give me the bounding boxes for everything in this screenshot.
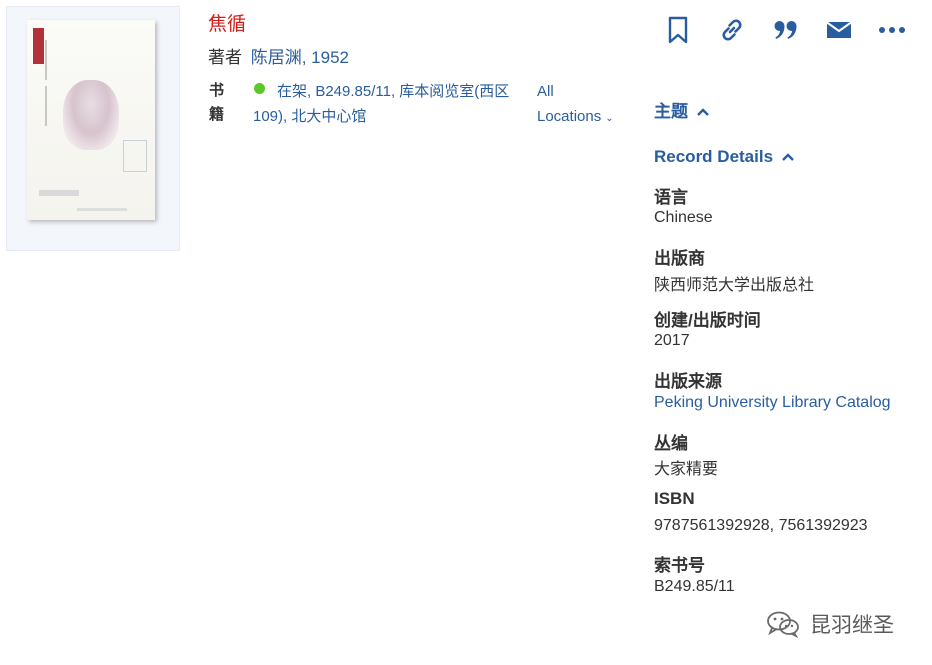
availability-link[interactable]: 在架, B249.85/11, 库本阅览室(西区109), 北大中心馆 (253, 79, 515, 129)
permalink-button[interactable] (714, 12, 750, 48)
mail-icon (826, 21, 852, 38)
watermark-text: 昆羽继圣 (810, 614, 894, 637)
cite-button[interactable] (768, 12, 804, 48)
record-details-toggle[interactable]: Record Details (654, 147, 795, 167)
subjects-heading: 主题 (654, 102, 688, 121)
all-locations-label: All Locations (537, 83, 602, 125)
source-label: 出版来源 (654, 372, 722, 391)
watermark: 昆羽继圣 (766, 607, 894, 641)
call-number-value: B249.85/11 (654, 578, 735, 595)
subjects-toggle[interactable]: 主题 (654, 97, 710, 122)
quote-icon (774, 21, 797, 39)
date-label: 创建/出版时间 (654, 311, 761, 330)
more-actions-button[interactable] (874, 12, 910, 48)
record-page: 焦循 著者 陈居渊, 1952 书籍 在架, B249.85/11, 库本阅览室… (0, 0, 932, 665)
language-value: Chinese (654, 209, 713, 226)
record-details-heading: Record Details (654, 147, 774, 166)
call-number-label: 索书号 (654, 556, 705, 575)
book-cover-image (27, 20, 155, 220)
date-value: 2017 (654, 332, 690, 349)
format-label: 书籍 (209, 82, 225, 123)
publisher-value: 陕西师范大学出版总社 (654, 277, 815, 294)
more-icon (879, 27, 905, 33)
author-line: 著者 陈居渊, 1952 (208, 43, 349, 68)
all-locations-button[interactable]: All Locations ⌄ (537, 79, 617, 131)
author-link[interactable]: 陈居渊, 1952 (251, 48, 349, 67)
bookmark-button[interactable] (660, 12, 696, 48)
wechat-icon (767, 611, 799, 638)
series-label: 丛编 (654, 434, 688, 453)
link-icon (722, 19, 742, 41)
cover-portrait (63, 80, 119, 150)
record-title[interactable]: 焦循 (208, 9, 246, 36)
cover-series-tag (33, 28, 44, 64)
source-link[interactable]: Peking University Library Catalog (654, 394, 891, 412)
chevron-up-icon (781, 147, 795, 167)
isbn-label: ISBN (654, 489, 695, 508)
cover-title-mark (123, 140, 147, 172)
email-button[interactable] (821, 12, 857, 48)
author-label: 著者 (208, 48, 242, 67)
bookmark-icon (668, 16, 688, 44)
language-label: 语言 (654, 188, 688, 207)
book-cover-frame[interactable] (6, 6, 180, 251)
publisher-label: 出版商 (654, 249, 705, 268)
chevron-up-icon (696, 102, 710, 122)
chevron-down-icon: ⌄ (605, 113, 614, 124)
isbn-value: 9787561392928, 7561392923 (654, 517, 868, 534)
record-actions (656, 12, 916, 48)
series-value: 大家精要 (654, 461, 719, 478)
